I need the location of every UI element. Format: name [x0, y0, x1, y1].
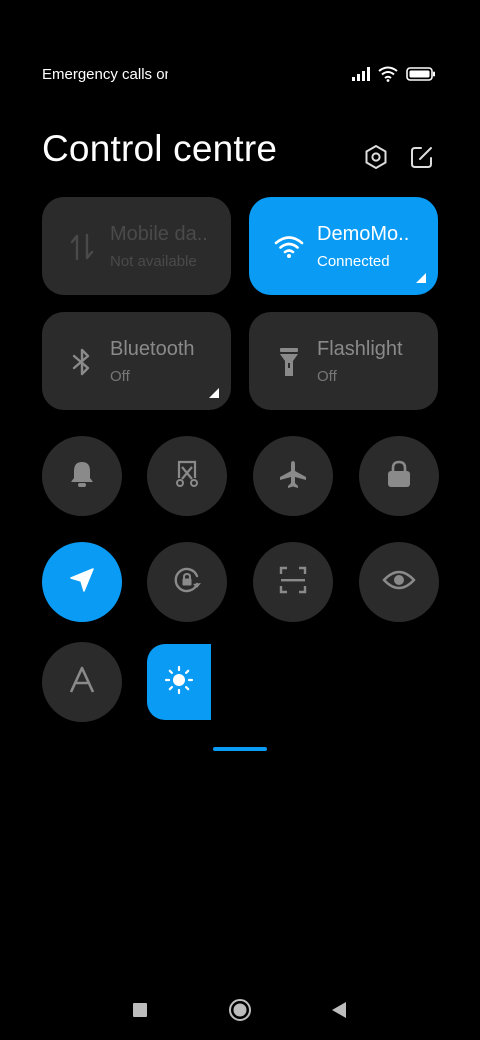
page-title: Control centre: [42, 128, 278, 169]
wifi-icon: [378, 66, 398, 87]
scan-frame-icon: [278, 565, 308, 600]
back-button[interactable]: [325, 998, 353, 1026]
flashlight-icon: [273, 346, 305, 378]
toggle-scanner[interactable]: [253, 542, 333, 622]
home-button[interactable]: [226, 998, 254, 1026]
toggle-silent[interactable]: [42, 436, 122, 516]
tile-mobile-data-subtitle: Not available: [110, 253, 197, 270]
tile-flashlight[interactable]: Flashlight Off: [249, 312, 438, 410]
tile-wifi[interactable]: DemoMo.. Connected: [249, 197, 438, 295]
back-triangle-icon: [331, 1001, 347, 1024]
status-icons: [352, 66, 436, 87]
toggle-airplane-mode[interactable]: [253, 436, 333, 516]
toggle-auto-rotate[interactable]: [147, 542, 227, 622]
toggle-location[interactable]: [42, 542, 122, 622]
font-a-icon: [68, 666, 96, 699]
toggle-screenshot[interactable]: [147, 436, 227, 516]
scissors-screenshot-icon: [172, 459, 202, 494]
settings-button[interactable]: [359, 142, 393, 176]
expand-corner-icon: [209, 388, 219, 398]
tile-flashlight-subtitle: Off: [317, 368, 337, 385]
status-bar: [0, 0, 480, 60]
airplane-icon: [278, 459, 308, 494]
rotate-lock-icon: [171, 564, 203, 601]
sun-icon: [164, 665, 194, 700]
tile-bluetooth[interactable]: Bluetooth Off: [42, 312, 231, 410]
brightness-slider[interactable]: [147, 644, 211, 720]
tile-flashlight-title: Flashlight: [317, 338, 403, 360]
panel-handle[interactable]: [213, 747, 267, 751]
edit-button[interactable]: [405, 142, 439, 176]
wifi-icon: [273, 231, 305, 263]
eye-icon: [382, 568, 416, 597]
battery-icon: [406, 67, 436, 86]
tile-mobile-data-title: Mobile da..: [110, 223, 208, 245]
location-arrow-icon: [68, 566, 96, 599]
tile-wifi-title: DemoMo..: [317, 223, 410, 245]
toggle-reading-mode[interactable]: [359, 542, 439, 622]
recents-square-icon: [132, 1002, 148, 1023]
toggle-auto-brightness[interactable]: [42, 642, 122, 722]
recents-button[interactable]: [126, 998, 154, 1026]
signal-icon: [352, 67, 370, 86]
lock-icon: [385, 459, 413, 494]
toggle-lock-screen[interactable]: [359, 436, 439, 516]
settings-icon: [363, 144, 389, 175]
data-arrows-icon: [66, 231, 98, 263]
tile-bluetooth-subtitle: Off: [110, 368, 130, 385]
tile-bluetooth-title: Bluetooth: [110, 338, 195, 360]
home-circle-icon: [228, 998, 252, 1027]
expand-corner-icon: [416, 273, 426, 283]
status-text: Emergency calls only: [42, 66, 168, 83]
tile-wifi-subtitle: Connected: [317, 253, 390, 270]
edit-icon: [409, 144, 435, 175]
tile-mobile-data[interactable]: Mobile da.. Not available: [42, 197, 231, 295]
bluetooth-icon: [66, 346, 98, 378]
bell-icon: [68, 459, 96, 494]
